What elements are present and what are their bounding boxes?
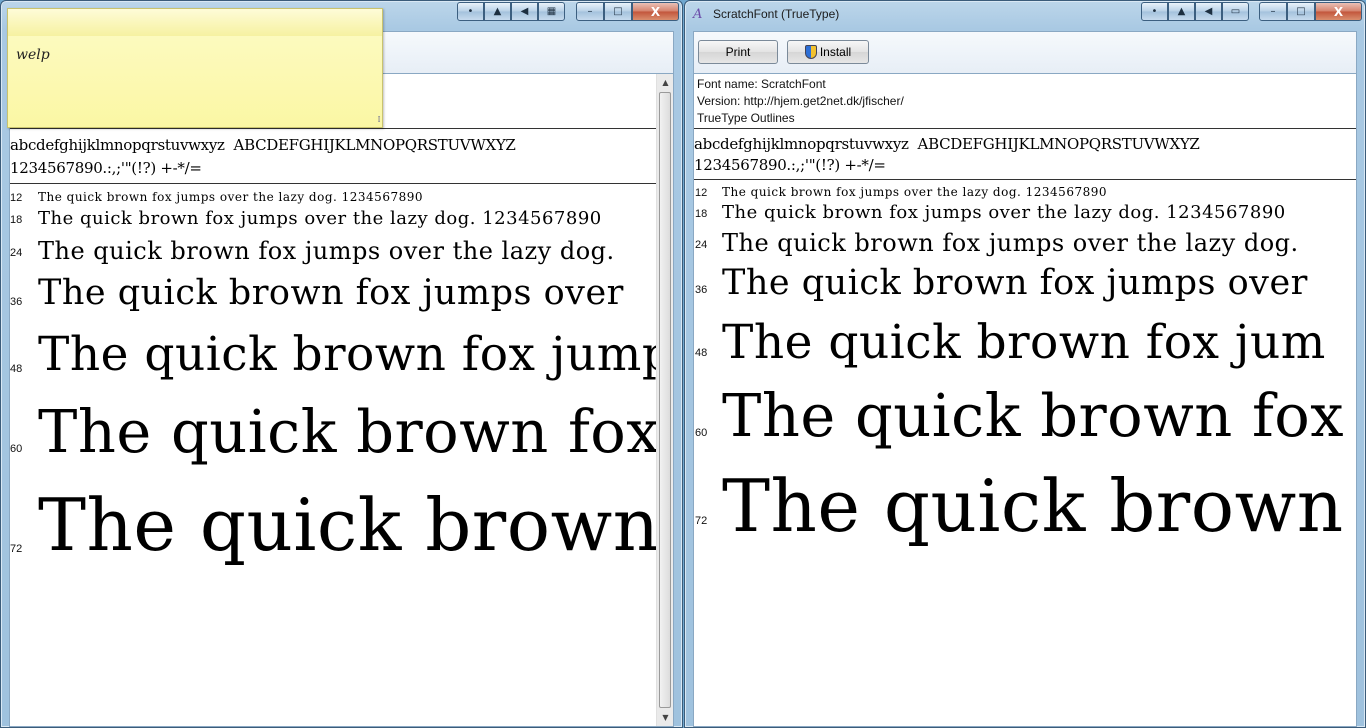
sample-row: 48 The quick brown fox jumps <box>10 325 656 395</box>
tile-icon[interactable]: ▦ <box>538 2 565 21</box>
sample-text: The quick brown fox jumps over the lazy … <box>38 208 602 229</box>
sample-text: The quick brown fox jumps over the lazy … <box>722 185 1107 199</box>
uac-shield-icon <box>804 45 817 59</box>
sample-text: The quick brown fox jumps over the lazy … <box>38 190 423 204</box>
extra-controls: • ▲ ◀ ▭ <box>1141 2 1249 21</box>
font-metadata: Font name: ScratchFont Version: http://h… <box>697 76 904 127</box>
close-button[interactable]: X <box>1315 2 1362 21</box>
sample-row: 18 The quick brown fox jumps over the la… <box>694 202 1356 228</box>
title-bar[interactable]: A ScratchFont (TrueType) • ▲ ◀ ▭ – □ X <box>685 1 1365 27</box>
print-button[interactable]: Print <box>698 40 778 64</box>
charset-line-1: abcdefghijklmnopqrstuvwxyz ABCDEFGHIJKLM… <box>10 135 516 155</box>
sample-size: 72 <box>695 515 708 527</box>
sample-row: 24 The quick brown fox jumps over the la… <box>694 228 1356 262</box>
sample-size: 36 <box>695 284 708 296</box>
sample-row: 60 The quick brown fox <box>10 395 656 481</box>
sample-size: 24 <box>10 247 23 259</box>
sticky-note-text[interactable]: welp <box>16 47 50 63</box>
divider <box>10 183 656 184</box>
sample-size: 12 <box>695 187 708 199</box>
font-outlines: TrueType Outlines <box>697 111 795 125</box>
pin-icon[interactable]: • <box>457 2 484 21</box>
extra-controls: • ▲ ◀ ▦ <box>457 2 565 21</box>
maximize-button[interactable]: □ <box>1287 2 1315 21</box>
charset-uppercase: ABCDEFGHIJKLMNOPQRSTUVWXYZ <box>917 135 1200 153</box>
window-controls: – □ X <box>1259 2 1362 21</box>
sample-text: The quick brown <box>38 483 656 567</box>
vertical-scrollbar[interactable]: ▲ ▼ <box>656 74 673 726</box>
sample-size: 18 <box>10 214 23 226</box>
sample-row: 18 The quick brown fox jumps over the la… <box>10 208 656 234</box>
divider <box>694 179 1356 180</box>
pin-icon[interactable]: • <box>1141 2 1168 21</box>
sticky-note[interactable]: welp ⁞⁞ <box>7 8 383 128</box>
install-button-label: Install <box>819 45 852 59</box>
sample-size: 36 <box>10 296 23 308</box>
divider <box>10 128 656 129</box>
sample-row: 72 The quick brown <box>10 481 656 587</box>
toolbar: Print Install <box>693 31 1357 73</box>
sample-text: The quick brown fox jumps <box>38 327 656 382</box>
sample-row: 60 The quick brown fox <box>694 380 1356 464</box>
move-up-icon[interactable]: ▲ <box>1168 2 1195 21</box>
sample-text: The quick brown fox jumps over <box>722 263 1308 303</box>
restore-icon[interactable]: ▭ <box>1222 2 1249 21</box>
sticky-note-header[interactable] <box>8 9 382 36</box>
sample-row: 48 The quick brown fox jum <box>694 314 1356 380</box>
install-button[interactable]: Install <box>787 40 869 64</box>
sample-text: The quick brown fox jumps over <box>38 273 624 313</box>
sample-size: 48 <box>695 347 708 359</box>
sample-text: The quick brown fox jumps over the lazy … <box>722 202 1286 223</box>
scroll-down-icon[interactable]: ▼ <box>657 709 673 726</box>
charset-uppercase: ABCDEFGHIJKLMNOPQRSTUVWXYZ <box>233 136 516 154</box>
sample-text: The quick brown fox jum <box>722 315 1326 370</box>
sample-size: 60 <box>695 427 708 439</box>
charset-digits: 1234567890.:,;'"(!?) +-*/= <box>694 156 886 174</box>
move-left-icon[interactable]: ◀ <box>511 2 538 21</box>
font-preview-content: abcdefghijklmnopqrstuvwxyz ABCDEFGHIJKLM… <box>9 73 674 727</box>
scroll-up-icon[interactable]: ▲ <box>657 74 673 91</box>
print-button-label: Print <box>725 45 751 59</box>
close-button[interactable]: X <box>632 2 679 21</box>
sample-text: The quick brown fox jumps over the lazy … <box>722 229 1299 257</box>
sample-row: 12 The quick brown fox jumps over the la… <box>694 184 1356 202</box>
window-title: ScratchFont (TrueType) <box>713 7 840 21</box>
sample-text: The quick brown fox <box>38 397 656 466</box>
sample-size: 60 <box>10 443 23 455</box>
charset-line-1: abcdefghijklmnopqrstuvwxyz ABCDEFGHIJKLM… <box>694 134 1200 154</box>
font-name: Font name: ScratchFont <box>697 77 826 91</box>
charset-lowercase: abcdefghijklmnopqrstuvwxyz <box>10 136 225 154</box>
scrollbar-thumb[interactable] <box>659 92 671 708</box>
minimize-button[interactable]: – <box>576 2 604 21</box>
sample-size: 24 <box>695 239 708 251</box>
sample-row: 24 The quick brown fox jumps over the la… <box>10 235 656 271</box>
sample-size: 48 <box>10 363 23 375</box>
move-left-icon[interactable]: ◀ <box>1195 2 1222 21</box>
sample-row: 36 The quick brown fox jumps over <box>694 262 1356 314</box>
divider <box>694 128 1356 129</box>
sample-row: 12 The quick brown fox jumps over the la… <box>10 189 656 207</box>
charset-lowercase: abcdefghijklmnopqrstuvwxyz <box>694 135 909 153</box>
maximize-button[interactable]: □ <box>604 2 632 21</box>
font-preview-content: Font name: ScratchFont Version: http://h… <box>693 73 1357 727</box>
move-up-icon[interactable]: ▲ <box>484 2 511 21</box>
window-controls: – □ X <box>576 2 679 21</box>
sample-size: 72 <box>10 543 23 555</box>
font-version: Version: http://hjem.get2net.dk/jfischer… <box>697 94 904 108</box>
sample-row: 72 The quick brown <box>694 464 1356 564</box>
sample-size: 12 <box>10 192 23 204</box>
resize-grip-icon[interactable]: ⁞⁞ <box>377 115 380 125</box>
sample-text: The quick brown fox <box>722 381 1345 450</box>
sample-text: The quick brown fox jumps over the lazy … <box>38 237 615 265</box>
charset-digits: 1234567890.:,;'"(!?) +-*/= <box>10 159 202 177</box>
font-file-icon: A <box>693 7 703 22</box>
sample-row: 36 The quick brown fox jumps over <box>10 271 656 325</box>
minimize-button[interactable]: – <box>1259 2 1287 21</box>
sample-size: 18 <box>695 208 708 220</box>
font-preview-window-right: A ScratchFont (TrueType) • ▲ ◀ ▭ – □ X P… <box>684 0 1366 728</box>
sample-text: The quick brown <box>722 464 1344 548</box>
